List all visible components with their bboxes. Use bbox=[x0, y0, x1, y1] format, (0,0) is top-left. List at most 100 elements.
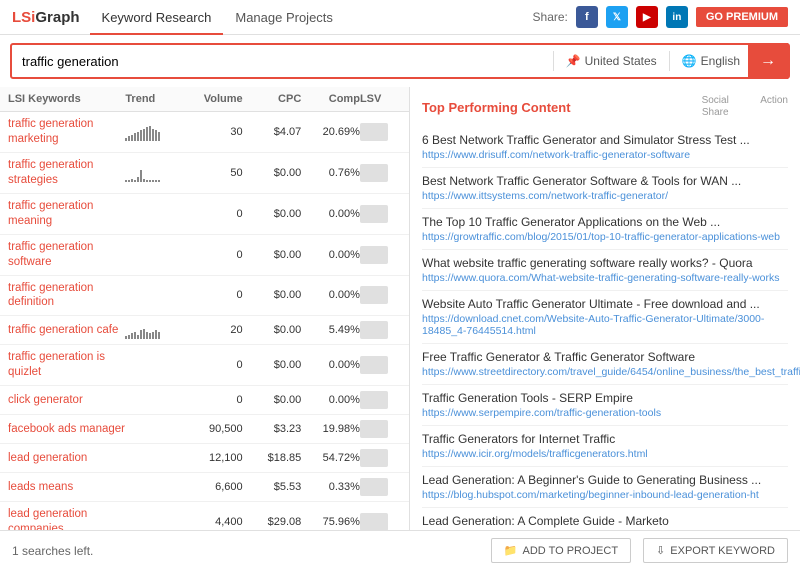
bar bbox=[140, 170, 142, 182]
keyword-name: traffic generation meaning bbox=[8, 199, 125, 229]
table-row[interactable]: leads means6,600$5.530.33% bbox=[0, 473, 409, 502]
bar bbox=[149, 180, 151, 182]
bar bbox=[134, 332, 136, 340]
content-item[interactable]: Traffic Generators for Internet Traffich… bbox=[422, 426, 788, 467]
twitter-icon[interactable]: 𝕏 bbox=[606, 6, 628, 28]
content-item[interactable]: Traffic Generation Tools - SERP Empire ht… bbox=[422, 385, 788, 426]
location-selector[interactable]: 📌 United States bbox=[558, 54, 665, 68]
content-item[interactable]: The Top 10 Traffic Generator Application… bbox=[422, 209, 788, 250]
cpc-value: $0.00 bbox=[243, 324, 302, 336]
youtube-icon[interactable]: ▶ bbox=[636, 6, 658, 28]
tab-manage-projects[interactable]: Manage Projects bbox=[223, 0, 345, 35]
comp-value: 20.69% bbox=[301, 126, 360, 138]
comp-value: 0.00% bbox=[301, 249, 360, 261]
bar bbox=[149, 126, 151, 141]
col-trend: Trend bbox=[125, 93, 184, 105]
content-item[interactable]: Lead Generation: A Complete Guide - Mark… bbox=[422, 508, 788, 530]
comp-value: 0.00% bbox=[301, 289, 360, 301]
content-item[interactable]: 6 Best Network Traffic Generator and Sim… bbox=[422, 127, 788, 168]
keyword-name: click generator bbox=[8, 393, 125, 408]
table-row[interactable]: facebook ads manager90,500$3.2319.98% bbox=[0, 415, 409, 444]
tab-keyword-research[interactable]: Keyword Research bbox=[90, 0, 224, 35]
col-comp: Comp bbox=[301, 93, 360, 105]
content-url[interactable]: https://blog.hubspot.com/marketing/begin… bbox=[422, 489, 788, 501]
action-label: Action bbox=[760, 95, 788, 119]
divider bbox=[553, 51, 554, 71]
content-url[interactable]: https://www.drisuff.com/network-traffic-… bbox=[422, 149, 788, 161]
add-to-project-button[interactable]: 📁 ADD TO PROJECT bbox=[491, 538, 631, 563]
bar bbox=[128, 180, 130, 182]
table-row[interactable]: lead generation companies4,400$29.0875.9… bbox=[0, 502, 409, 530]
right-col-labels: Social Share Action bbox=[690, 95, 788, 119]
table-row[interactable]: click generator0$0.000.00% bbox=[0, 386, 409, 415]
content-url[interactable]: https://download.cnet.com/Website-Auto-T… bbox=[422, 313, 788, 337]
content-url[interactable]: https://www.serpempire.com/traffic-gener… bbox=[422, 407, 788, 419]
language-selector[interactable]: 🌐 English bbox=[674, 54, 748, 68]
volume-value: 0 bbox=[184, 249, 243, 261]
table-row[interactable]: traffic generation definition0$0.000.00% bbox=[0, 276, 409, 317]
logo-graph: Graph bbox=[35, 9, 79, 26]
content-url[interactable]: https://www.quora.com/What-website-traff… bbox=[422, 272, 788, 284]
go-premium-button[interactable]: GO PREMIUM bbox=[696, 7, 788, 27]
content-item[interactable]: What website traffic generating software… bbox=[422, 250, 788, 291]
export-keyword-label: EXPORT KEYWORD bbox=[670, 545, 775, 557]
table-body: traffic generation marketing30$4.0720.69… bbox=[0, 112, 409, 530]
content-item[interactable]: Lead Generation: A Beginner's Guide to G… bbox=[422, 467, 788, 508]
export-keyword-button[interactable]: ⇩ EXPORT KEYWORD bbox=[643, 538, 788, 563]
table-row[interactable]: traffic generation cafe20$0.005.49% bbox=[0, 316, 409, 345]
cpc-value: $0.00 bbox=[243, 208, 302, 220]
bar bbox=[155, 180, 157, 182]
bar bbox=[155, 130, 157, 141]
content-item[interactable]: Best Network Traffic Generator Software … bbox=[422, 168, 788, 209]
keyword-name: traffic generation software bbox=[8, 240, 125, 270]
lsv-box bbox=[360, 286, 388, 304]
table-row[interactable]: traffic generation marketing30$4.0720.69… bbox=[0, 112, 409, 153]
content-url[interactable]: https://www.ittsystems.com/network-traff… bbox=[422, 190, 788, 202]
bar bbox=[158, 180, 160, 182]
bar bbox=[158, 132, 160, 141]
search-button[interactable]: → bbox=[748, 43, 788, 79]
content-title: Lead Generation: A Beginner's Guide to G… bbox=[422, 473, 788, 487]
cpc-value: $5.53 bbox=[243, 481, 302, 493]
table-row[interactable]: lead generation12,100$18.8554.72% bbox=[0, 444, 409, 473]
trend-cell bbox=[125, 321, 184, 339]
trend-bars bbox=[125, 321, 184, 339]
keyword-name: lead generation bbox=[8, 451, 125, 466]
content-title: What website traffic generating software… bbox=[422, 256, 788, 270]
right-panel: Top Performing Content Social Share Acti… bbox=[410, 87, 800, 530]
keyword-name: lead generation companies bbox=[8, 507, 125, 530]
linkedin-icon[interactable]: in bbox=[666, 6, 688, 28]
content-title: The Top 10 Traffic Generator Application… bbox=[422, 215, 788, 229]
lsv-box bbox=[360, 205, 388, 223]
bar bbox=[137, 177, 139, 182]
content-title: Traffic Generation Tools - SERP Empire bbox=[422, 391, 788, 405]
table-row[interactable]: traffic generation software0$0.000.00% bbox=[0, 235, 409, 276]
bar bbox=[125, 138, 127, 141]
trend-bars bbox=[125, 123, 184, 141]
volume-value: 0 bbox=[184, 208, 243, 220]
search-input[interactable] bbox=[12, 54, 549, 69]
facebook-icon[interactable]: f bbox=[576, 6, 598, 28]
bar bbox=[152, 180, 154, 182]
content-url[interactable]: https://www.streetdirectory.com/travel_g… bbox=[422, 366, 788, 378]
bar bbox=[143, 179, 145, 182]
content-item[interactable]: Website Auto Traffic Generator Ultimate … bbox=[422, 291, 788, 344]
content-url[interactable]: https://growtraffic.com/blog/2015/01/top… bbox=[422, 231, 788, 243]
comp-value: 0.76% bbox=[301, 167, 360, 179]
location-pin-icon: 📌 bbox=[566, 54, 581, 68]
keyword-name: traffic generation strategies bbox=[8, 158, 125, 188]
nav-tabs: Keyword Research Manage Projects bbox=[90, 0, 533, 35]
content-url[interactable]: https://www.icir.org/models/trafficgener… bbox=[422, 448, 788, 460]
table-row[interactable]: traffic generation strategies50$0.000.76… bbox=[0, 153, 409, 194]
table-row[interactable]: traffic generation meaning0$0.000.00% bbox=[0, 194, 409, 235]
bar bbox=[143, 329, 145, 340]
footer: 1 searches left. 📁 ADD TO PROJECT ⇩ EXPO… bbox=[0, 530, 800, 570]
trend-cell bbox=[125, 164, 184, 182]
export-icon: ⇩ bbox=[656, 544, 665, 557]
lsv-box bbox=[360, 420, 388, 438]
bar bbox=[131, 179, 133, 182]
globe-icon: 🌐 bbox=[682, 54, 697, 68]
cpc-value: $0.00 bbox=[243, 394, 302, 406]
content-item[interactable]: Free Traffic Generator & Traffic Generat… bbox=[422, 344, 788, 385]
table-row[interactable]: traffic generation is quizlet0$0.000.00% bbox=[0, 345, 409, 386]
